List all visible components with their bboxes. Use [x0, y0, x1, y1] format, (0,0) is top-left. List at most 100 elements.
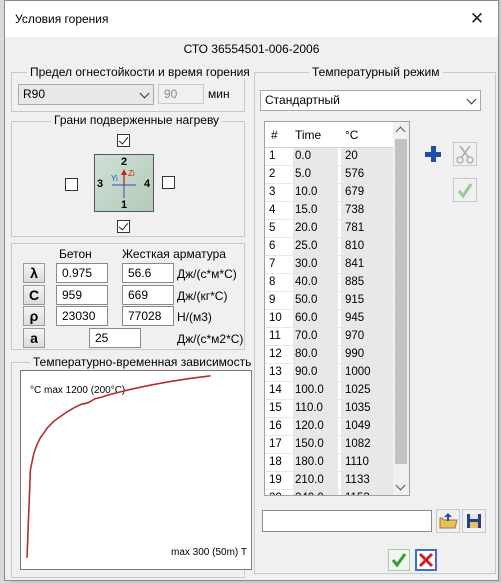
table-row[interactable]: 14 100.0 1025 [265, 382, 393, 400]
row-temperature: 810 [341, 238, 393, 255]
table-row[interactable]: 13 90.0 1000 [265, 364, 393, 382]
row-temperature: 945 [341, 310, 393, 327]
row-number: 19 [269, 474, 282, 486]
close-button[interactable]: ✕ [464, 8, 490, 30]
table-row[interactable]: 5 20.0 781 [265, 220, 393, 238]
folder-open-icon [439, 513, 458, 529]
table-row[interactable]: 19 210.0 1133 [265, 472, 393, 490]
curve-label: Температурно-временная зависимость [30, 355, 255, 369]
fire-resistance-value: R90 [23, 87, 46, 101]
row-number: 10 [269, 312, 282, 324]
faces-label: Грани подверженные нагреву [51, 113, 223, 127]
row-number: 14 [269, 384, 282, 396]
series-line [26, 375, 211, 558]
row-temperature: 990 [341, 346, 393, 363]
table-row[interactable]: 8 40.0 885 [265, 274, 393, 292]
table-row[interactable]: 7 30.0 841 [265, 256, 393, 274]
row-number: 20 [269, 492, 282, 495]
row-number: 8 [269, 276, 276, 288]
row-temperature: 738 [341, 202, 393, 219]
row-time: 240.0 [293, 490, 338, 495]
row-time: 50.0 [293, 292, 338, 309]
table-row[interactable]: 2 5.0 576 [265, 166, 393, 184]
table-header: # Time °C [265, 122, 393, 148]
row-time: 5.0 [293, 166, 338, 183]
scroll-down-icon[interactable] [395, 480, 406, 491]
c-concrete-field[interactable]: 959 [56, 285, 108, 305]
temp-table[interactable]: # Time °C 1 0.0 20 2 5.0 576 3 10.0 679 4 15.0 738 5… [264, 121, 410, 496]
face-right-checkbox[interactable] [162, 176, 175, 189]
fire-resistance-combo[interactable]: R90 [18, 84, 154, 105]
y-axis-label: Yi [111, 174, 118, 183]
rho-concrete-field[interactable]: 23030 [56, 306, 108, 326]
standard-label: СТО 36554501-006-2006 [183, 42, 320, 56]
row-time: 25.0 [293, 238, 338, 255]
header-temp: °C [345, 128, 359, 142]
table-row[interactable]: 3 10.0 679 [265, 184, 393, 202]
temp-mode-label: Температурный режим [309, 65, 443, 79]
face-top-checkbox[interactable] [117, 134, 130, 147]
header-time: Time [295, 128, 322, 142]
chart-plot [26, 375, 211, 558]
table-row[interactable]: 20 240.01153 [265, 490, 393, 495]
apply-button[interactable] [453, 178, 477, 202]
table-row[interactable]: 9 50.0 915 [265, 292, 393, 310]
face-left-checkbox[interactable] [65, 178, 78, 191]
check-icon [457, 183, 473, 199]
table-row[interactable]: 16 120.0 1049 [265, 418, 393, 436]
table-row[interactable]: 11 70.0 970 [265, 328, 393, 346]
row-temperature: 1082 [341, 436, 393, 453]
row-number: 11 [269, 330, 281, 342]
row-time: 10.0 [293, 184, 338, 201]
row-temperature: 1133 [341, 472, 393, 489]
add-button[interactable] [421, 142, 445, 166]
row-time: 80.0 [293, 346, 338, 363]
row-number: 12 [269, 348, 282, 360]
table-row[interactable]: 15 110.0 1035 [265, 400, 393, 418]
row-time: 0.0 [293, 148, 338, 165]
row-time: 150.0 [293, 436, 338, 453]
lambda-rebar-field[interactable]: 56.6 [122, 263, 174, 283]
table-row[interactable]: 6 25.0 810 [265, 238, 393, 256]
rho-rebar-field[interactable]: 77028 [122, 306, 174, 326]
lambda-unit: Дж/(с*м*С) [177, 267, 237, 281]
scroll-thumb[interactable] [395, 139, 407, 464]
cut-button[interactable] [453, 142, 477, 166]
row-number: 6 [269, 240, 276, 252]
row-temperature: 841 [341, 256, 393, 273]
table-row[interactable]: 17 150.0 1082 [265, 436, 393, 454]
row-time: 40.0 [293, 274, 338, 291]
row-number: 2 [269, 168, 276, 180]
table-row[interactable]: 1 0.0 20 [265, 148, 393, 166]
row-number: 16 [269, 420, 282, 432]
rebar-header: Жесткая арматура [122, 247, 226, 261]
table-row[interactable]: 4 15.0 738 [265, 202, 393, 220]
save-file-button[interactable] [462, 509, 486, 533]
alpha-field[interactable]: 25 [89, 328, 141, 348]
table-row[interactable]: 10 60.0 945 [265, 310, 393, 328]
table-row[interactable]: 12 80.0 990 [265, 346, 393, 364]
row-number: 15 [269, 402, 282, 414]
ok-button[interactable] [388, 549, 410, 571]
row-time: 180.0 [293, 454, 338, 471]
table-scrollbar[interactable] [393, 122, 409, 495]
window-title: Условия горения [15, 12, 109, 26]
temp-mode-combo[interactable]: Стандартный [260, 90, 481, 111]
face-bottom-checkbox[interactable] [117, 220, 130, 233]
c-rebar-field[interactable]: 669 [122, 285, 174, 305]
table-row[interactable]: 18 180.0 1110 [265, 454, 393, 472]
plus-icon [425, 146, 441, 162]
file-path-input[interactable] [262, 510, 432, 532]
scroll-up-icon[interactable] [395, 126, 406, 137]
alpha-symbol: a [23, 328, 45, 348]
lambda-concrete-field[interactable]: 0.975 [56, 263, 108, 283]
cancel-button[interactable] [415, 549, 437, 571]
cross-section-diagram: 2 1 3 4 Yi Zi [94, 154, 154, 212]
dialog-window: Условия горения ✕ СТО 36554501-006-2006 … [4, 0, 499, 581]
row-temperature: 20 [341, 148, 393, 165]
header-num: # [271, 128, 278, 142]
row-number: 17 [269, 438, 282, 450]
open-file-button[interactable] [436, 509, 460, 533]
row-temperature: 781 [341, 220, 393, 237]
temp-mode-value: Стандартный [265, 93, 340, 107]
